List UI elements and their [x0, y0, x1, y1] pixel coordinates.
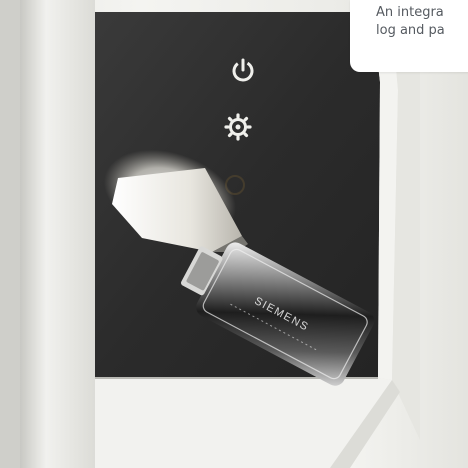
product-photo-scene: SIEMENS An integra log and pa: [0, 0, 468, 468]
settings-gear-icon: [224, 113, 252, 141]
caption-text: An integra log and pa: [376, 5, 445, 38]
left-wall: [0, 0, 20, 468]
caption-card: An integra log and pa: [350, 0, 468, 72]
device-frame-left: [20, 0, 95, 468]
